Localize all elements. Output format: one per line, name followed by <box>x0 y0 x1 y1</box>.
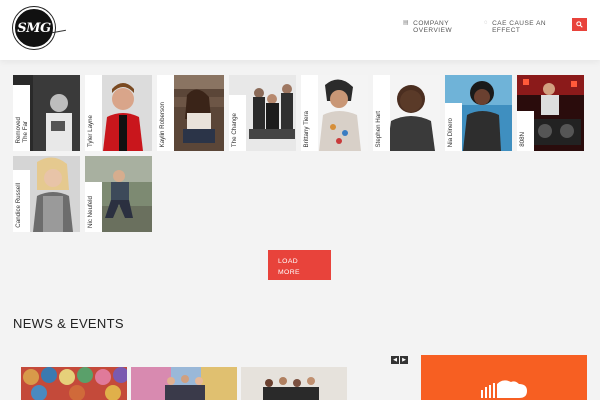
load-more-line1: LOAD <box>278 258 299 265</box>
nav-label-line2: OVERVIEW <box>413 27 453 34</box>
artist-name: Stephen Hart <box>375 110 382 147</box>
chevron-left-icon[interactable]: ◀ <box>391 356 399 364</box>
circle-icon: ◌ <box>484 20 489 26</box>
artist-tile-tyler-layne[interactable]: Tyler Layne <box>85 75 152 151</box>
nav-label-line2: EFFECT <box>492 27 521 34</box>
artist-tile-the-change[interactable]: The Change <box>229 75 296 151</box>
news-card-image <box>131 367 237 400</box>
news-card-image <box>241 367 347 400</box>
news-events-heading: NEWS & EVENTS <box>13 316 124 331</box>
artist-name-line2: Removed <box>15 116 22 143</box>
chevron-right-icon[interactable]: ▶ <box>400 356 408 364</box>
nav-company-overview[interactable]: ▤ COMPANY OVERVIEW <box>403 20 452 34</box>
artist-name: Nia Dinero <box>447 117 454 147</box>
load-more-button[interactable]: LOAD MORE <box>268 250 331 280</box>
artist-tile-candice-russell[interactable]: Candice Russell <box>13 156 80 232</box>
news-carousel-controls: ◀ ▶ <box>391 356 408 364</box>
artist-name: Candice Russell <box>15 183 22 228</box>
artist-name: Brittany Tiera <box>303 110 310 147</box>
artist-name: Tyler Layne <box>87 115 94 147</box>
artist-tile-the-far-removed[interactable]: Removed The Far <box>13 75 80 151</box>
artist-tile-808n[interactable]: 808N <box>517 75 584 151</box>
news-card[interactable] <box>131 367 237 400</box>
artist-tile-brittany-tiera[interactable]: Brittany Tiera <box>301 75 368 151</box>
grid-icon: ▤ <box>403 20 410 26</box>
nav-cause-an-effect[interactable]: ◌ CAE CAUSE AN EFFECT <box>484 20 546 34</box>
smg-logo[interactable]: SMG <box>13 7 55 49</box>
search-button[interactable] <box>572 18 587 31</box>
nav-label-line1: COMPANY <box>413 20 450 27</box>
artist-name: Kaylin Roberson <box>159 101 166 147</box>
site-header: SMG ▤ COMPANY OVERVIEW ◌ CAE CAUSE AN EF… <box>0 0 600 60</box>
artist-name: 808N <box>519 132 526 147</box>
news-card[interactable] <box>21 367 127 400</box>
news-card[interactable] <box>241 367 347 400</box>
search-icon <box>576 21 583 28</box>
soundcloud-widget[interactable] <box>421 355 587 400</box>
soundcloud-icon <box>481 380 527 398</box>
artist-name: Nic Neufeld <box>87 196 94 228</box>
news-card-image <box>21 367 127 400</box>
artist-tile-stephen-hart[interactable]: Stephen Hart <box>373 75 440 151</box>
artist-tile-nic-neufeld[interactable]: Nic Neufeld <box>85 156 152 232</box>
artist-name-line1: The Far <box>22 121 29 143</box>
logo-text: SMG <box>17 20 51 36</box>
load-more-line2: MORE <box>278 269 300 276</box>
artist-tile-kaylin-roberson[interactable]: Kaylin Roberson <box>157 75 224 151</box>
artist-name: The Change <box>231 112 238 147</box>
artist-tile-nia-dinero[interactable]: Nia Dinero <box>445 75 512 151</box>
nav-label-line1: CAE CAUSE AN <box>492 20 547 27</box>
